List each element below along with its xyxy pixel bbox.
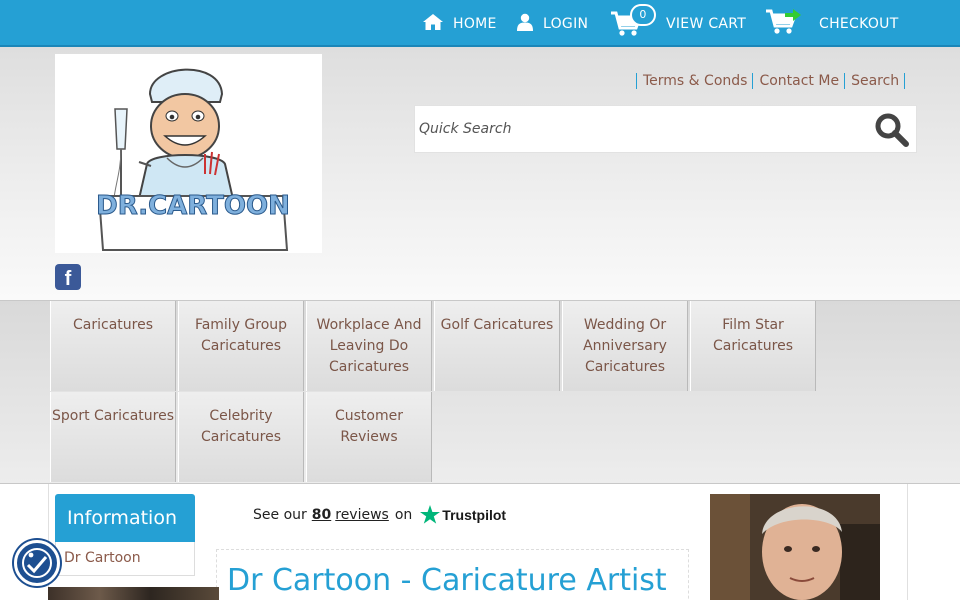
sidebar-heading: Information: [55, 494, 195, 542]
facebook-icon[interactable]: f: [55, 264, 81, 290]
menu-item-caricatures[interactable]: Caricatures: [50, 301, 176, 391]
search-button[interactable]: [874, 112, 910, 148]
menu-item-film-star[interactable]: Film Star Caricatures: [690, 301, 816, 391]
view-cart-link[interactable]: 0 VIEW CART: [610, 0, 746, 47]
login-link[interactable]: LOGIN: [516, 0, 588, 47]
terms-link[interactable]: Terms & Conds: [636, 73, 752, 89]
home-label: HOME: [453, 15, 497, 32]
trustpilot-logo: Trustpilot: [420, 505, 506, 524]
accessibility-icon: [22, 548, 52, 578]
sidebar-item-dr-cartoon[interactable]: Dr Cartoon: [55, 542, 195, 576]
trustpilot-brand: Trustpilot: [442, 506, 507, 523]
checkout-link[interactable]: CHECKOUT: [765, 0, 899, 47]
menu-item-customer-reviews[interactable]: Customer Reviews: [306, 392, 432, 482]
search-icon: [875, 113, 909, 147]
search-link[interactable]: Search: [844, 73, 906, 89]
trustpilot-reviews-word: reviews: [335, 506, 389, 523]
cart-icon-group: 0: [610, 0, 666, 47]
trustpilot-prefix: See our: [253, 506, 307, 523]
menu-item-celebrity[interactable]: Celebrity Caricatures: [178, 392, 304, 482]
quick-search-box: [414, 105, 917, 153]
dr-cartoon-logo[interactable]: DR.CARTOON: [55, 54, 322, 253]
menu-item-sport[interactable]: Sport Caricatures: [50, 392, 176, 482]
gallery-image-strip: [48, 587, 219, 600]
home-icon: [422, 13, 444, 35]
trustpilot-star-icon: [420, 505, 441, 524]
checkout-cart-icon: [765, 8, 801, 40]
cart-count-badge: 0: [630, 4, 656, 26]
menu-item-workplace[interactable]: Workplace And Leaving Do Caricatures: [306, 301, 432, 391]
login-label: LOGIN: [543, 15, 589, 32]
caricature-logo-illustration: DR.CARTOON: [96, 68, 290, 251]
logo-lettering: DR.CARTOON: [96, 191, 290, 221]
trustpilot-on-word: on: [394, 506, 413, 523]
menu-item-wedding[interactable]: Wedding Or Anniversary Caricatures: [562, 301, 688, 391]
category-menu: Caricatures Family Group Caricatures Wor…: [0, 300, 960, 484]
top-navigation-bar: HOME LOGIN 0 VIEW CART CHECKOUT: [0, 0, 960, 47]
page-title: Dr Cartoon - Caricature Artist: [227, 563, 667, 598]
artist-photo: [710, 494, 880, 600]
user-icon: [516, 13, 534, 35]
checkout-label: CHECKOUT: [819, 15, 899, 32]
home-link[interactable]: HOME: [422, 0, 497, 47]
trustpilot-widget[interactable]: See our 80 reviews on Trustpilot: [253, 505, 506, 524]
accessibility-button[interactable]: [14, 540, 60, 586]
quick-search-input[interactable]: [415, 106, 865, 152]
site-header: DR.CARTOON f Terms & Conds Contact Me Se…: [0, 47, 960, 300]
header-links: Terms & Conds Contact Me Search: [636, 73, 906, 89]
trustpilot-count: 80: [311, 506, 332, 523]
view-cart-label: VIEW CART: [666, 15, 747, 32]
menu-item-family-group[interactable]: Family Group Caricatures: [178, 301, 304, 391]
menu-item-golf[interactable]: Golf Caricatures: [434, 301, 560, 391]
contact-link[interactable]: Contact Me: [752, 73, 844, 89]
